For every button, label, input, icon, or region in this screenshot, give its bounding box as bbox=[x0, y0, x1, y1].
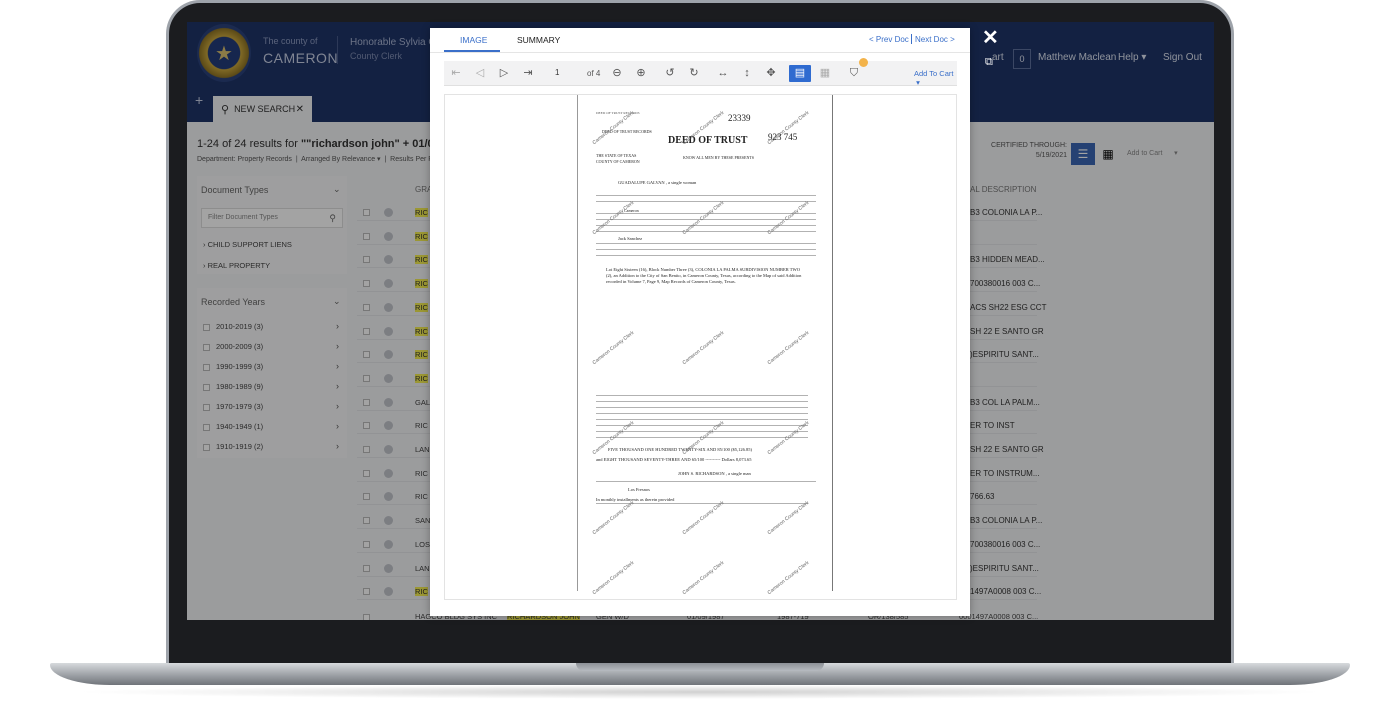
doc-text-line bbox=[596, 401, 808, 402]
next-page-icon[interactable]: ▷ bbox=[495, 65, 513, 82]
modal-add-to-cart-button[interactable]: Add To Cart ▾ bbox=[914, 69, 957, 87]
document-page: DEED OF TRUST RECORDS DEED OF TRUST RECO… bbox=[577, 95, 833, 596]
doc-note-amount: FIVE THOUSAND ONE HUNDRED TWENTY-SIX AND… bbox=[608, 447, 752, 452]
notification-dot bbox=[859, 58, 868, 67]
page-number-input[interactable]: 1 bbox=[552, 66, 574, 81]
doc-state-line: THE STATE OF TEXAS bbox=[596, 153, 637, 158]
prev-page-icon[interactable]: ◁ bbox=[471, 65, 489, 82]
doc-property-desc: Lot Eight Sixteen (16), Block Number Thr… bbox=[606, 267, 802, 284]
doc-note-amount-2: and EIGHT THOUSAND SEVENTY-THREE AND 65/… bbox=[596, 457, 752, 462]
doc-watermark: Cameron County Clerk bbox=[591, 109, 636, 147]
doc-text-line bbox=[596, 413, 808, 414]
pan-icon[interactable]: ✥ bbox=[762, 65, 780, 82]
doc-grantor-line: GUADALUPE GALVAN , a single woman bbox=[618, 180, 697, 185]
doc-text-line bbox=[596, 407, 808, 408]
fit-width-icon[interactable]: ↔ bbox=[714, 65, 732, 82]
doc-text-line bbox=[596, 419, 808, 420]
zoom-in-icon[interactable]: ⊕ bbox=[632, 65, 650, 82]
laptop-notch bbox=[576, 663, 824, 671]
add-to-cart-label: Add To Cart bbox=[914, 69, 954, 78]
viewer-toolbar: ⇤ ◁ ▷ ⇥ 1 of 4 ⊖ ⊕ ↺ ↻ ↔ ↕ ✥ ▤ ▦ ⛉ Add T… bbox=[444, 61, 957, 87]
doc-trustee: Jack Sanchez bbox=[618, 236, 643, 241]
tab-summary[interactable]: SUMMARY bbox=[517, 35, 560, 45]
document-viewer-modal: IMAGE SUMMARY < Prev Doc Next Doc > ⇤ ◁ … bbox=[430, 28, 970, 616]
nav-separator bbox=[911, 34, 912, 44]
doc-text-line bbox=[596, 481, 816, 482]
last-page-icon[interactable]: ⇥ bbox=[519, 65, 537, 82]
rotate-left-icon[interactable]: ↺ bbox=[661, 65, 679, 82]
rotate-right-icon[interactable]: ↻ bbox=[685, 65, 703, 82]
doc-city: Los Fresnos bbox=[628, 487, 650, 492]
fit-height-icon[interactable]: ↕ bbox=[738, 65, 756, 82]
doc-watermark: Cameron County Clerk bbox=[681, 559, 726, 597]
doc-watermark: Cameron County Clerk bbox=[591, 499, 636, 537]
shield-icon[interactable]: ⛉ bbox=[845, 65, 863, 82]
laptop-shadow bbox=[70, 685, 1330, 699]
doc-text-line bbox=[596, 243, 816, 244]
document-viewport[interactable]: DEED OF TRUST RECORDS DEED OF TRUST RECO… bbox=[444, 94, 957, 600]
doc-watermark: Cameron County Clerk bbox=[591, 559, 636, 597]
doc-watermark: Cameron County Clerk bbox=[766, 329, 811, 367]
next-doc-link[interactable]: Next Doc > bbox=[915, 35, 955, 44]
thumbnails-icon[interactable]: ▦ bbox=[816, 65, 834, 82]
doc-text-line bbox=[596, 431, 808, 432]
page-count: of 4 bbox=[587, 69, 601, 78]
doc-county-line: COUNTY OF CAMERON bbox=[596, 159, 640, 164]
tabs-divider bbox=[430, 52, 970, 53]
doc-watermark: Cameron County Clerk bbox=[766, 499, 811, 537]
doc-watermark: Cameron County Clerk bbox=[766, 559, 811, 597]
doc-text-line bbox=[596, 231, 816, 232]
zoom-out-icon[interactable]: ⊖ bbox=[608, 65, 626, 82]
doc-stamp-number: 23339 bbox=[728, 113, 751, 123]
doc-installments: In monthly installments as therein provi… bbox=[596, 497, 675, 502]
doc-payee: JOHN S. RICHARDSON , a single man bbox=[678, 471, 751, 476]
tab-image[interactable]: IMAGE bbox=[460, 35, 487, 45]
doc-watermark: Cameron County Clerk bbox=[681, 329, 726, 367]
doc-title: DEED OF TRUST bbox=[668, 135, 748, 146]
doc-text-line bbox=[596, 195, 816, 196]
prev-doc-link[interactable]: < Prev Doc bbox=[869, 35, 909, 44]
single-page-icon[interactable]: ▤ bbox=[789, 65, 811, 82]
external-link-icon[interactable]: ⧉ bbox=[985, 56, 993, 69]
doc-know-all: KNOW ALL MEN BY THESE PRESENTS bbox=[683, 155, 755, 160]
doc-watermark: Cameron County Clerk bbox=[681, 499, 726, 537]
first-page-icon[interactable]: ⇤ bbox=[447, 65, 465, 82]
doc-text-line bbox=[596, 395, 808, 396]
doc-watermark: Cameron County Clerk bbox=[591, 329, 636, 367]
doc-text-line bbox=[596, 255, 816, 256]
close-modal-button[interactable]: ✕ bbox=[982, 25, 999, 50]
doc-text-line bbox=[596, 249, 816, 250]
